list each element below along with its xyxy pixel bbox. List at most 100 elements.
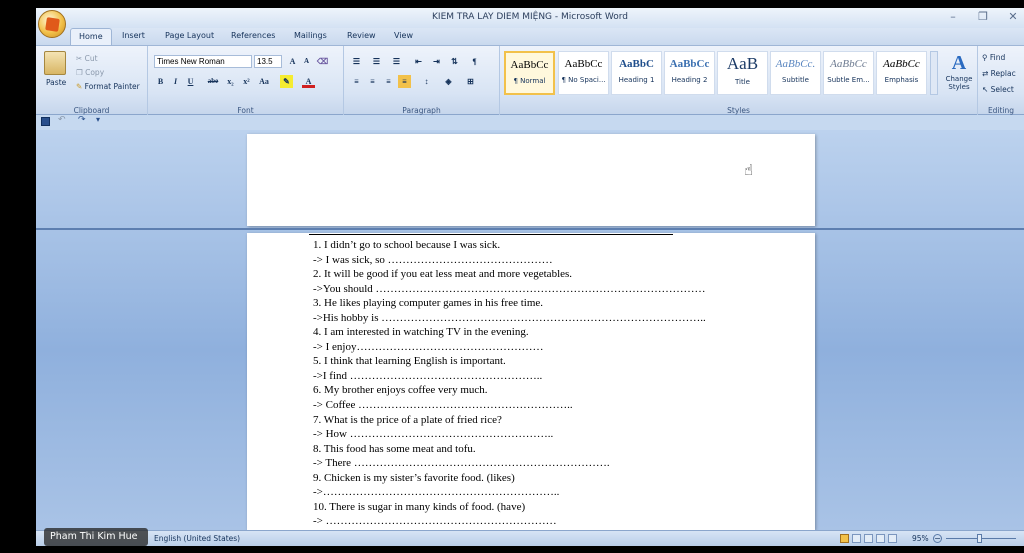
clipboard-label: Clipboard xyxy=(73,106,110,115)
font-group: Times New Roman 13.5 A A ⌫ B I U abe x₂ … xyxy=(148,46,344,116)
doc-line[interactable]: 2. It will be good if you eat less meat … xyxy=(313,267,793,282)
style-normal[interactable]: AaBbCc ¶ Normal xyxy=(504,51,555,95)
style-emphasis[interactable]: AaBbCc Emphasis xyxy=(876,51,927,95)
style-no-spacing[interactable]: AaBbCc ¶ No Spaci... xyxy=(558,51,609,95)
strikethrough-button[interactable]: abe xyxy=(204,75,222,88)
tab-insert[interactable]: Insert xyxy=(122,31,145,40)
font-size-select[interactable]: 13.5 xyxy=(254,55,282,68)
web-layout-icon[interactable] xyxy=(864,534,873,543)
redo-icon[interactable]: ↷ xyxy=(78,115,86,125)
subscript-button[interactable]: x₂ xyxy=(224,75,237,88)
underline-button[interactable]: U xyxy=(184,75,197,88)
borders-icon[interactable]: ⊞ xyxy=(464,75,477,88)
style-subtle-emphasis[interactable]: AaBbCc Subtle Em... xyxy=(823,51,874,95)
doc-line[interactable]: -> I was sick, so ……………………………………… xyxy=(313,253,793,268)
zoom-out-icon[interactable]: − xyxy=(933,534,942,543)
doc-line[interactable]: ->……………………………………………………….. xyxy=(313,485,793,500)
full-screen-icon[interactable] xyxy=(852,534,861,543)
style-heading-2[interactable]: AaBbCc Heading 2 xyxy=(664,51,715,95)
show-formatting-icon[interactable]: ¶ xyxy=(468,55,481,68)
doc-line[interactable]: -> How ……………………………………………….. xyxy=(313,427,793,442)
tab-references[interactable]: References xyxy=(231,31,275,40)
minimize-button[interactable]: – xyxy=(942,10,964,24)
font-color-button[interactable]: A xyxy=(302,75,315,88)
style-subtitle[interactable]: AaBbCc. Subtitle xyxy=(770,51,821,95)
doc-line[interactable]: 5. I think that learning English is impo… xyxy=(313,354,793,369)
doc-line[interactable]: 3. He likes playing computer games in hi… xyxy=(313,296,793,311)
bullets-icon[interactable]: ☰ xyxy=(350,55,363,68)
doc-line[interactable]: -> There ……………………………………………………………. xyxy=(313,456,793,471)
paste-icon[interactable] xyxy=(44,51,66,75)
change-case-button[interactable]: Aa xyxy=(256,75,272,88)
close-button[interactable]: ✕ xyxy=(1002,10,1024,24)
style-title[interactable]: AaB Title xyxy=(717,51,768,95)
office-button[interactable] xyxy=(38,10,66,38)
italic-button[interactable]: I xyxy=(169,75,182,88)
page-current[interactable]: 1. I didn’t go to school because I was s… xyxy=(247,233,815,530)
cut-button[interactable]: ✂ Cut xyxy=(76,54,98,63)
restore-button[interactable]: ❐ xyxy=(972,10,994,24)
doc-line[interactable]: -> ……………………………………………………… xyxy=(313,514,793,529)
font-label: Font xyxy=(237,106,254,115)
bold-button[interactable]: B xyxy=(154,75,167,88)
doc-line[interactable]: ->You should ………………………………………………………………………… xyxy=(313,282,793,297)
line-spacing-icon[interactable]: ↕ xyxy=(420,75,433,88)
doc-line[interactable]: -> I enjoy…………………………………………… xyxy=(313,340,793,355)
increase-indent-icon[interactable]: ⇥ xyxy=(430,55,443,68)
numbering-icon[interactable]: ☰ xyxy=(370,55,383,68)
doc-line[interactable]: 9. Chicken is my sister’s favorite food.… xyxy=(313,471,793,486)
grow-font-button[interactable]: A xyxy=(286,55,299,68)
tab-home[interactable]: Home xyxy=(70,28,112,45)
clear-formatting-icon[interactable]: ⌫ xyxy=(316,55,329,68)
justify-icon[interactable]: ≡ xyxy=(398,75,411,88)
doc-line[interactable]: 7. What is the price of a plate of fried… xyxy=(313,413,793,428)
draft-icon[interactable] xyxy=(888,534,897,543)
customize-qat-icon[interactable]: ▾ xyxy=(96,115,100,124)
doc-line[interactable]: -> Coffee ………………………………………………….. xyxy=(313,398,793,413)
align-left-icon[interactable]: ≡ xyxy=(350,75,363,88)
zoom-slider-thumb[interactable] xyxy=(977,534,982,543)
shrink-font-button[interactable]: A xyxy=(300,55,313,68)
copy-button[interactable]: ❐ Copy xyxy=(76,68,104,77)
doc-line[interactable]: 1. I didn’t go to school because I was s… xyxy=(313,238,793,253)
outline-icon[interactable] xyxy=(876,534,885,543)
tab-mailings[interactable]: Mailings xyxy=(294,31,327,40)
style-heading-1[interactable]: AaBbC Heading 1 xyxy=(611,51,662,95)
page-break xyxy=(36,228,1024,230)
align-center-icon[interactable]: ≡ xyxy=(366,75,379,88)
doc-line[interactable]: 8. This food has some meat and tofu. xyxy=(313,442,793,457)
ribbon-tabs: Home Insert Page Layout References Maili… xyxy=(36,28,1024,45)
font-name-select[interactable]: Times New Roman xyxy=(154,55,252,68)
decrease-indent-icon[interactable]: ⇤ xyxy=(412,55,425,68)
tab-view[interactable]: View xyxy=(394,31,413,40)
sort-icon[interactable]: ⇅ xyxy=(448,55,461,68)
replace-button[interactable]: ⇄ Replac xyxy=(982,69,1016,78)
paste-button[interactable]: Paste xyxy=(46,78,66,87)
status-bar: English (United States) 95% − xyxy=(36,530,1024,546)
styles-scroll[interactable] xyxy=(930,51,938,95)
zoom-level[interactable]: 95% xyxy=(912,534,929,543)
tab-page-layout[interactable]: Page Layout xyxy=(165,31,214,40)
undo-icon[interactable]: ↶ xyxy=(58,115,66,125)
find-button[interactable]: ⚲ Find xyxy=(982,53,1005,62)
doc-line[interactable]: ->His hobby is …………………………………………………………………… xyxy=(313,311,793,326)
format-painter-button[interactable]: ✎ Format Painter xyxy=(76,82,140,91)
tab-review[interactable]: Review xyxy=(347,31,376,40)
highlight-icon[interactable]: ✎ xyxy=(280,75,293,88)
multilevel-list-icon[interactable]: ☰ xyxy=(390,55,403,68)
doc-line[interactable]: 10. There is sugar in many kinds of food… xyxy=(313,500,793,515)
save-icon[interactable] xyxy=(41,117,50,126)
select-button[interactable]: ↖ Select xyxy=(982,85,1014,94)
print-layout-icon[interactable] xyxy=(840,534,849,543)
doc-line[interactable]: 4. I am interested in watching TV in the… xyxy=(313,325,793,340)
document-text[interactable]: 1. I didn’t go to school because I was s… xyxy=(313,238,793,529)
superscript-button[interactable]: x² xyxy=(240,75,253,88)
change-styles-button[interactable]: A Change Styles xyxy=(942,52,976,91)
doc-line[interactable]: ->I find …………………………………………….. xyxy=(313,369,793,384)
shading-icon[interactable]: ◈ xyxy=(442,75,455,88)
align-right-icon[interactable]: ≡ xyxy=(382,75,395,88)
doc-line[interactable]: 6. My brother enjoys coffee very much. xyxy=(313,383,793,398)
language-status[interactable]: English (United States) xyxy=(154,534,240,543)
clipboard-group: Paste ✂ Cut ❐ Copy ✎ Format Painter Clip… xyxy=(36,46,148,116)
paragraph-group: ☰ ☰ ☰ ⇤ ⇥ ⇅ ¶ ≡ ≡ ≡ ≡ ↕ ◈ ⊞ Paragraph xyxy=(344,46,500,116)
